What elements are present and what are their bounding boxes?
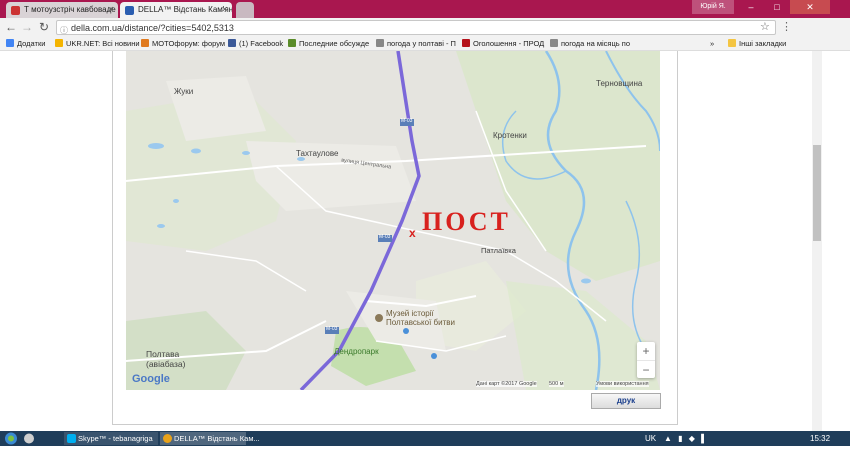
tray-icons[interactable]: ▲ ▮ ◆ ▌ bbox=[664, 431, 709, 446]
bookmark-label: Інші закладки bbox=[739, 39, 787, 48]
tab-della[interactable]: DELLA™ Відстань Кам'ян ✕ bbox=[120, 2, 232, 18]
poltava-line-2: (авіабаза) bbox=[146, 359, 186, 369]
ukrnet-icon bbox=[55, 39, 63, 47]
bookmark-weather-poltava[interactable]: погода у полтаві - П bbox=[376, 38, 456, 50]
bookmarks-bar: Додатки UKR.NET: Всі новини MOTOфорум: ф… bbox=[0, 38, 850, 51]
tab-moto[interactable]: Т мотоузстріч кавбоваде ✕ bbox=[6, 2, 118, 18]
map-label-dendropark: Дендропарк bbox=[334, 347, 379, 356]
scrollbar-thumb[interactable] bbox=[813, 145, 821, 241]
route-map[interactable]: x Жуки Терновщина Кротенки Тахтаулове ву… bbox=[126, 51, 660, 390]
zoom-controls: + − bbox=[637, 342, 655, 378]
museum-marker-icon[interactable] bbox=[375, 314, 383, 322]
windows-logo-icon bbox=[5, 432, 34, 445]
bookmark-weather-month[interactable]: погода на місяць по bbox=[550, 38, 630, 50]
map-label-museum: Музей історії Полтавської битви bbox=[386, 309, 455, 327]
bookmark-label: MOTOфорум: форум bbox=[152, 39, 226, 48]
map-scale: 500 м bbox=[549, 381, 564, 387]
tab-label: DELLA™ Відстань Кам'ян bbox=[138, 5, 232, 14]
minimize-button[interactable]: – bbox=[738, 0, 764, 14]
bookmark-facebook[interactable]: (1) Facebook bbox=[228, 38, 283, 50]
taskbar: Skype™ - tebanagriga DELLA™ Відстань Кам… bbox=[0, 431, 850, 446]
bookmark-apps[interactable]: Додатки bbox=[6, 38, 45, 50]
museum-line-1: Музей історії bbox=[386, 309, 434, 318]
info-icon[interactable]: ⓘ bbox=[60, 23, 68, 38]
map-label-takhtaulove: Тахтаулове bbox=[296, 149, 339, 158]
bookmark-ukrnet[interactable]: UKR.NET: Всі новини bbox=[55, 38, 140, 50]
tab-label: Т мотоузстріч кавбоваде bbox=[24, 5, 116, 14]
tab-favicon-icon bbox=[125, 6, 134, 15]
handwritten-post-label: ПОСТ bbox=[422, 207, 511, 236]
poi-marker-icon[interactable] bbox=[403, 328, 409, 334]
close-window-button[interactable]: ✕ bbox=[790, 0, 830, 14]
bookmark-label: Последние обсужде bbox=[299, 39, 370, 48]
browser-toolbar: ← → ↻ ⓘ della.com.ua/distance/?cities=54… bbox=[0, 18, 850, 38]
motoforum-icon bbox=[141, 39, 149, 47]
map-label-patlaivka: Патлаївка bbox=[481, 246, 516, 255]
url-text: della.com.ua/distance/?cities=5402,5313 bbox=[71, 23, 234, 33]
ads-icon bbox=[462, 39, 470, 47]
chrome-icon bbox=[163, 434, 172, 443]
tab-favicon-icon bbox=[11, 6, 20, 15]
map-attribution: Дані карт ©2017 Google bbox=[476, 381, 537, 387]
google-icon bbox=[376, 39, 384, 47]
bookmark-label: (1) Facebook bbox=[239, 39, 284, 48]
map-label-ternivshchyna: Терновщина bbox=[596, 79, 643, 88]
bookmark-label: Оголошення - ПРОД bbox=[473, 39, 545, 48]
forward-icon[interactable]: → bbox=[20, 20, 34, 34]
language-indicator[interactable]: UK bbox=[645, 431, 656, 446]
bookmark-ads[interactable]: Оголошення - ПРОД bbox=[462, 38, 544, 50]
maximize-button[interactable]: □ bbox=[764, 0, 790, 14]
page-content: x Жуки Терновщина Кротенки Тахтаулове ву… bbox=[0, 51, 850, 431]
page-scrollbar[interactable] bbox=[812, 51, 822, 431]
discussions-icon bbox=[288, 39, 296, 47]
taskbar-item-label: DELLA™ Відстань Кам... bbox=[174, 434, 260, 443]
apps-icon bbox=[6, 39, 14, 47]
start-button[interactable] bbox=[2, 432, 40, 445]
museum-line-2: Полтавської битви bbox=[386, 318, 455, 327]
skype-icon bbox=[67, 434, 76, 443]
taskbar-item-label: Skype™ - tebanagriga bbox=[78, 434, 153, 443]
new-tab-button[interactable] bbox=[236, 2, 254, 18]
user-profile-button[interactable]: Юрій Я. bbox=[692, 0, 734, 14]
google-icon bbox=[550, 39, 558, 47]
back-icon[interactable]: ← bbox=[4, 20, 18, 34]
map-label-zhuky: Жуки bbox=[174, 87, 194, 96]
map-label-krotenky: Кротенки bbox=[493, 131, 527, 140]
road-shield-label: М-03 bbox=[401, 118, 413, 124]
poltava-line-1: Полтава bbox=[146, 349, 180, 359]
folder-icon bbox=[728, 39, 736, 47]
road-shield-label: М-03 bbox=[326, 326, 338, 332]
poi-marker-icon[interactable] bbox=[431, 353, 437, 359]
bookmark-label: UKR.NET: Всі новини bbox=[66, 39, 140, 48]
google-logo: Google bbox=[132, 373, 170, 385]
map-label-poltava: Полтава (авіабаза) bbox=[146, 349, 185, 369]
facebook-icon bbox=[228, 39, 236, 47]
bookmarks-overflow-icon[interactable]: » bbox=[710, 38, 714, 50]
tab-close-icon[interactable]: ✕ bbox=[221, 2, 228, 18]
handwritten-x-icon: x bbox=[409, 226, 416, 240]
taskbar-item-skype[interactable]: Skype™ - tebanagriga bbox=[64, 432, 158, 445]
zoom-out-button[interactable]: − bbox=[637, 360, 655, 379]
menu-icon[interactable]: ⋮ bbox=[781, 20, 792, 33]
bookmark-star-icon[interactable]: ☆ bbox=[760, 20, 770, 33]
zoom-in-button[interactable]: + bbox=[637, 342, 655, 360]
title-bar: Т мотоузстріч кавбоваде ✕ DELLA™ Відстан… bbox=[0, 0, 850, 18]
bookmark-motoforum[interactable]: MOTOфорум: форум bbox=[141, 38, 225, 50]
tab-close-icon[interactable]: ✕ bbox=[107, 2, 114, 18]
map-terms-link[interactable]: Умови використання bbox=[596, 381, 649, 387]
bookmark-label: Додатки bbox=[17, 39, 46, 48]
bookmark-discussions[interactable]: Последние обсужде bbox=[288, 38, 369, 50]
clock[interactable]: 15:32 bbox=[810, 431, 830, 446]
map-canvas[interactable]: x bbox=[126, 51, 660, 390]
bookmark-label: погода на місяць по bbox=[561, 39, 630, 48]
reload-icon[interactable]: ↻ bbox=[37, 20, 51, 34]
taskbar-item-chrome[interactable]: DELLA™ Відстань Кам... bbox=[160, 432, 260, 445]
bookmark-label: погода у полтаві - П bbox=[387, 39, 456, 48]
road-shield-label: М-03 bbox=[379, 234, 391, 240]
address-bar[interactable]: ⓘ della.com.ua/distance/?cities=5402,531… bbox=[56, 20, 776, 35]
bookmark-other[interactable]: Інші закладки bbox=[728, 38, 786, 50]
print-button[interactable]: друк bbox=[591, 393, 661, 409]
